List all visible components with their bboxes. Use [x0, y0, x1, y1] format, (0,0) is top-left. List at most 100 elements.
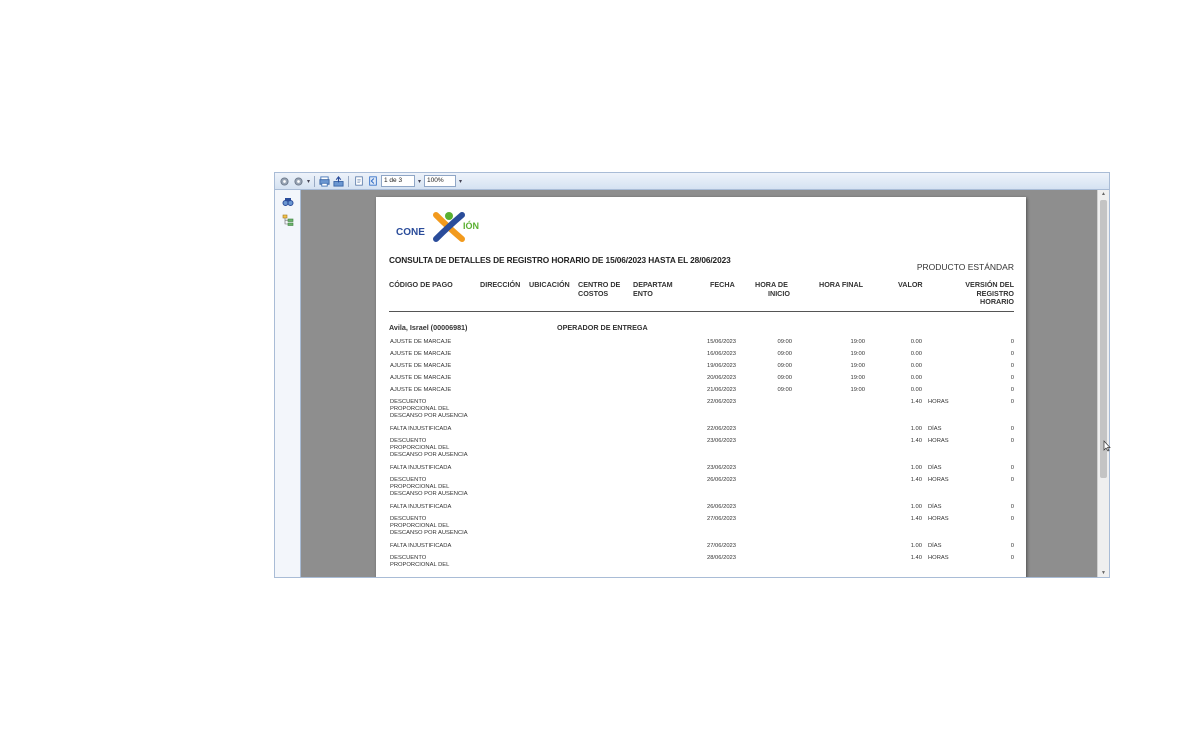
- pay-code-line: DESCUENTO: [390, 438, 427, 444]
- page-number-input[interactable]: 1 de 3: [381, 175, 416, 187]
- row-date: 26/06/2023: [706, 504, 736, 510]
- row-date: 26/06/2023: [706, 477, 736, 483]
- pay-code-line: PROPORCIONAL DEL: [390, 523, 450, 529]
- row-version: 0: [1010, 426, 1014, 432]
- row-pay-code: DESCUENTO PROPORCIONAL DEL DESCANSO POR AU…: [390, 477, 485, 498]
- pay-code-line: DESCANSO POR AUSENCIA: [390, 413, 468, 419]
- report-viewer: ▾ 1 de 3 ▾ 100% ▾ CONE IÓN CONSULTA DE D…: [274, 172, 1110, 578]
- row-end-time: 19:00: [850, 375, 865, 381]
- row-value: 1.00: [910, 543, 922, 549]
- column-header-cost-center: CENTRO DE COSTOS: [578, 280, 621, 298]
- column-header-pay-code: CÓDIGO DE PAGO: [389, 280, 453, 289]
- row-start-time: 09:00: [777, 387, 792, 393]
- pay-code-line: FALTA INJUSTIFICADA: [390, 504, 452, 510]
- row-date: 16/06/2023: [706, 351, 736, 357]
- row-value: 1.00: [910, 504, 922, 510]
- row-pay-code: FALTA INJUSTIFICADA: [390, 426, 485, 433]
- employee-role: OPERADOR DE ENTREGA: [557, 323, 648, 332]
- pay-code-line: AJUSTE DE MARCAJE: [390, 387, 452, 393]
- nav-dropdown-icon[interactable]: ▾: [307, 178, 310, 185]
- row-value: 0.00: [910, 375, 922, 381]
- column-header-location: UBICACIÓN: [529, 280, 570, 289]
- tree-icon[interactable]: [282, 214, 294, 226]
- zoom-dropdown-icon[interactable]: ▾: [459, 178, 462, 185]
- row-pay-code: FALTA INJUSTIFICADA: [390, 543, 485, 550]
- row-end-time: 19:00: [850, 339, 865, 345]
- row-end-time: 19:00: [850, 351, 865, 357]
- row-date: 22/06/2023: [706, 399, 736, 405]
- row-unit: HORAS: [928, 399, 949, 405]
- search-icon[interactable]: [282, 196, 294, 208]
- row-value: 1.40: [910, 516, 922, 522]
- row-date: 21/06/2023: [706, 387, 736, 393]
- row-date: 20/06/2023: [706, 375, 736, 381]
- row-value: 1.40: [910, 399, 922, 405]
- row-end-time: 19:00: [850, 387, 865, 393]
- pay-code-line: DESCANSO POR AUSENCIA: [390, 530, 468, 536]
- pay-code-line: PROPORCIONAL DEL: [390, 445, 450, 451]
- row-pay-code: AJUSTE DE MARCAJE: [390, 363, 485, 370]
- pay-code-line: AJUSTE DE MARCAJE: [390, 351, 452, 357]
- pay-code-line: PROPORCIONAL DEL: [390, 562, 450, 568]
- viewer-toolbar: ▾ 1 de 3 ▾ 100% ▾: [275, 173, 1109, 190]
- row-version: 0: [1010, 363, 1014, 369]
- row-start-time: 09:00: [777, 363, 792, 369]
- row-value: 1.40: [910, 477, 922, 483]
- print-icon[interactable]: [319, 175, 330, 187]
- scroll-down-icon[interactable]: ▼: [1101, 570, 1106, 576]
- toolbar-divider: [314, 175, 316, 187]
- pay-code-line: DESCUENTO: [390, 516, 427, 522]
- pay-code-line: FALTA INJUSTIFICADA: [390, 465, 452, 471]
- scroll-up-icon[interactable]: ▲: [1101, 191, 1106, 197]
- row-pay-code: DESCUENTO PROPORCIONAL DEL DESCANSO POR AU…: [390, 399, 485, 420]
- row-version: 0: [1010, 516, 1014, 522]
- row-date: 28/06/2023: [706, 555, 736, 561]
- svg-text:IÓN: IÓN: [463, 220, 479, 231]
- row-version: 0: [1010, 477, 1014, 483]
- row-date: 27/06/2023: [706, 516, 736, 522]
- row-start-time: 09:00: [777, 339, 792, 345]
- header-divider: [389, 311, 1014, 312]
- forward-icon[interactable]: [293, 176, 304, 187]
- row-unit: HORAS: [928, 438, 949, 444]
- row-value: 0.00: [910, 339, 922, 345]
- svg-text:CONE: CONE: [396, 227, 425, 238]
- first-page-icon[interactable]: [353, 176, 364, 187]
- row-unit: HORAS: [928, 555, 949, 561]
- pay-code-line: DESCUENTO: [390, 555, 427, 561]
- pay-code-line: FALTA INJUSTIFICADA: [390, 426, 452, 432]
- row-version: 0: [1010, 438, 1014, 444]
- row-value: 0.00: [910, 363, 922, 369]
- column-header-start-time: HORA DE INICIO: [755, 280, 790, 298]
- pay-code-line: DESCANSO POR AUSENCIA: [390, 491, 468, 497]
- scrollbar-thumb[interactable]: [1100, 200, 1107, 478]
- row-pay-code: AJUSTE DE MARCAJE: [390, 387, 485, 394]
- page-dropdown-icon[interactable]: ▾: [418, 178, 421, 185]
- column-header-version: VERSIÓN DEL REGISTRO HORARIO: [965, 280, 1014, 306]
- prev-page-icon[interactable]: [367, 176, 378, 187]
- row-version: 0: [1010, 375, 1014, 381]
- row-end-time: 19:00: [850, 363, 865, 369]
- row-value: 1.40: [910, 555, 922, 561]
- row-date: 23/06/2023: [706, 438, 736, 444]
- export-icon[interactable]: [333, 175, 344, 187]
- row-pay-code: DESCUENTO PROPORCIONAL DEL DESCANSO POR AU…: [390, 438, 485, 459]
- row-unit: DÍAS: [928, 465, 942, 471]
- row-start-time: 09:00: [777, 375, 792, 381]
- pay-code-line: PROPORCIONAL DEL: [390, 484, 450, 490]
- pay-code-line: AJUSTE DE MARCAJE: [390, 363, 452, 369]
- row-version: 0: [1010, 504, 1014, 510]
- employee-name: Avila, Israel (00006981): [389, 323, 468, 332]
- vertical-scrollbar[interactable]: ▲ ▼: [1097, 190, 1109, 577]
- document-canvas[interactable]: CONE IÓN CONSULTA DE DETALLES DE REGISTR…: [301, 190, 1098, 577]
- column-header-end-time: HORA FINAL: [819, 280, 864, 289]
- row-value: 1.40: [910, 438, 922, 444]
- row-pay-code: FALTA INJUSTIFICADA: [390, 504, 485, 511]
- row-unit: HORAS: [928, 516, 949, 522]
- pay-code-line: AJUSTE DE MARCAJE: [390, 375, 452, 381]
- company-logo: CONE IÓN: [396, 212, 479, 242]
- zoom-select[interactable]: 100%: [424, 175, 457, 187]
- back-icon[interactable]: [279, 176, 290, 187]
- pay-code-line: DESCANSO POR AUSENCIA: [390, 452, 468, 458]
- pay-code-line: DESCUENTO: [390, 399, 427, 405]
